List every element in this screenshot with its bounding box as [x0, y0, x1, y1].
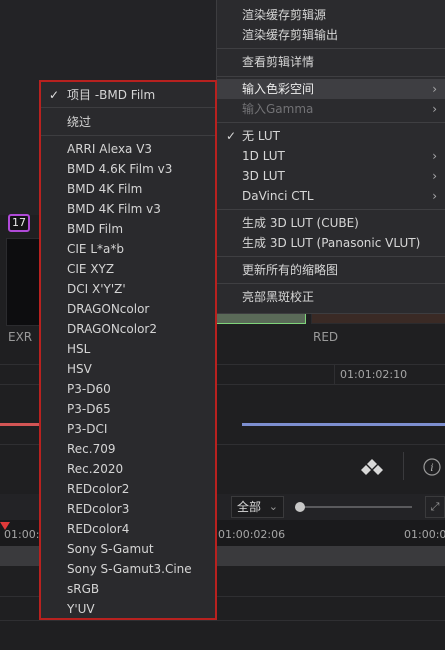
menu-item-1d-lut[interactable]: 1D LUT › [217, 146, 445, 166]
menu-item-input-gamma[interactable]: 输入Gamma › [217, 99, 445, 119]
track-bar-red [0, 423, 40, 426]
menu-item-input-color-space[interactable]: 输入色彩空间 › [217, 79, 445, 99]
chevron-right-icon: › [432, 82, 437, 96]
menu-item-update-thumbnails[interactable]: 更新所有的缩略图 [217, 260, 445, 280]
menu-item-render-cache-output[interactable]: 渲染缓存剪辑输出 [217, 25, 445, 45]
expand-icon[interactable]: ⤢ [425, 496, 445, 518]
chevron-right-icon: › [432, 169, 437, 183]
info-icon[interactable]: i [423, 458, 441, 476]
menu-separator [41, 107, 215, 108]
submenu-item-color-space[interactable]: DCI X'Y'Z' [41, 279, 215, 299]
menu-item-davinci-ctl[interactable]: DaVinci CTL › [217, 186, 445, 206]
zoom-slider-handle[interactable] [295, 502, 305, 512]
node-graph-icon[interactable] [361, 458, 383, 476]
ruler-tick-3: 01:00:04 [404, 528, 445, 541]
menu-separator [217, 76, 445, 77]
zoom-slider-track[interactable] [300, 506, 412, 508]
clip-number-badge: 17 [8, 214, 30, 232]
chevron-down-icon: ⌄ [268, 500, 278, 513]
checkmark-icon: ✓ [49, 88, 60, 102]
menu-item-generate-lut-cube[interactable]: 生成 3D LUT (CUBE) [217, 213, 445, 233]
checkmark-icon: ✓ [226, 129, 237, 143]
menu-item-generate-lut-vlut[interactable]: 生成 3D LUT (Panasonic VLUT) [217, 233, 445, 253]
clip-filter-dropdown[interactable]: 全部 ⌄ [231, 496, 284, 518]
submenu-item-color-space[interactable]: BMD 4K Film [41, 179, 215, 199]
submenu-item-color-space[interactable]: DRAGONcolor2 [41, 319, 215, 339]
svg-text:i: i [430, 463, 433, 474]
menu-item-highlight-black-spot[interactable]: 亮部黑斑校正 [217, 287, 445, 307]
submenu-item-color-space[interactable]: ARRI Alexa V3 [41, 139, 215, 159]
submenu-item-color-space[interactable]: CIE L*a*b [41, 239, 215, 259]
submenu-item-color-space[interactable]: P3-D60 [41, 379, 215, 399]
menu-separator [217, 48, 445, 49]
timecode-readout: 01:01:02:10 [340, 368, 408, 381]
chevron-right-icon: › [432, 189, 437, 203]
submenu-item-color-space[interactable]: HSV [41, 359, 215, 379]
thumb-label-red: RED [313, 330, 339, 344]
submenu-item-color-space[interactable]: BMD Film [41, 219, 215, 239]
submenu-item-color-space[interactable]: BMD 4.6K Film v3 [41, 159, 215, 179]
submenu-item-bypass[interactable]: 绕过 [41, 112, 215, 132]
submenu-item-color-space[interactable]: P3-D65 [41, 399, 215, 419]
menu-separator [217, 283, 445, 284]
submenu-item-color-space[interactable]: Sony S-Gamut [41, 539, 215, 559]
menu-separator [217, 209, 445, 210]
submenu-item-color-space[interactable]: Rec.2020 [41, 459, 215, 479]
track-bar-blue [242, 423, 445, 426]
chevron-right-icon: › [432, 102, 437, 116]
menu-separator [217, 122, 445, 123]
menu-item-render-cache-source[interactable]: 渲染缓存剪辑源 [217, 5, 445, 25]
submenu-item-color-space[interactable]: REDcolor2 [41, 479, 215, 499]
submenu-item-color-space[interactable]: DRAGONcolor [41, 299, 215, 319]
submenu-item-color-space[interactable]: Rec.709 [41, 439, 215, 459]
clip-context-menu: 渲染缓存剪辑源 渲染缓存剪辑输出 查看剪辑详情 输入色彩空间 › 输入Gamma… [216, 0, 445, 314]
submenu-item-color-space[interactable]: Y'UV [41, 599, 215, 619]
timecode-marker [334, 364, 335, 384]
submenu-item-color-space[interactable]: sRGB [41, 579, 215, 599]
menu-separator [41, 135, 215, 136]
submenu-item-color-space[interactable]: HSL [41, 339, 215, 359]
chevron-right-icon: › [432, 149, 437, 163]
menu-item-clip-details[interactable]: 查看剪辑详情 [217, 52, 445, 72]
menu-item-no-lut[interactable]: ✓ 无 LUT [217, 126, 445, 146]
clip-filter-value: 全部 [237, 500, 262, 514]
submenu-item-color-space[interactable]: BMD 4K Film v3 [41, 199, 215, 219]
submenu-item-color-space[interactable]: REDcolor4 [41, 519, 215, 539]
clip-thumbnail-exr[interactable] [6, 238, 42, 326]
submenu-item-color-space[interactable]: CIE XYZ [41, 259, 215, 279]
submenu-item-color-space[interactable]: Sony S-Gamut3.Cine [41, 559, 215, 579]
thumb-label-exr: EXR [8, 330, 33, 344]
submenu-item-color-space[interactable]: REDcolor3 [41, 499, 215, 519]
menu-separator [217, 256, 445, 257]
input-color-space-submenu: ✓ 项目 -BMD Film 绕过 ARRI Alexa V3 BMD 4.6K … [39, 80, 217, 620]
track-divider-2 [0, 620, 445, 621]
submenu-item-project[interactable]: ✓ 项目 -BMD Film [41, 85, 215, 105]
menu-item-3d-lut[interactable]: 3D LUT › [217, 166, 445, 186]
toolbar-separator [403, 452, 404, 480]
submenu-item-color-space[interactable]: P3-DCI [41, 419, 215, 439]
ruler-tick-2: 01:00:02:06 [218, 528, 286, 541]
